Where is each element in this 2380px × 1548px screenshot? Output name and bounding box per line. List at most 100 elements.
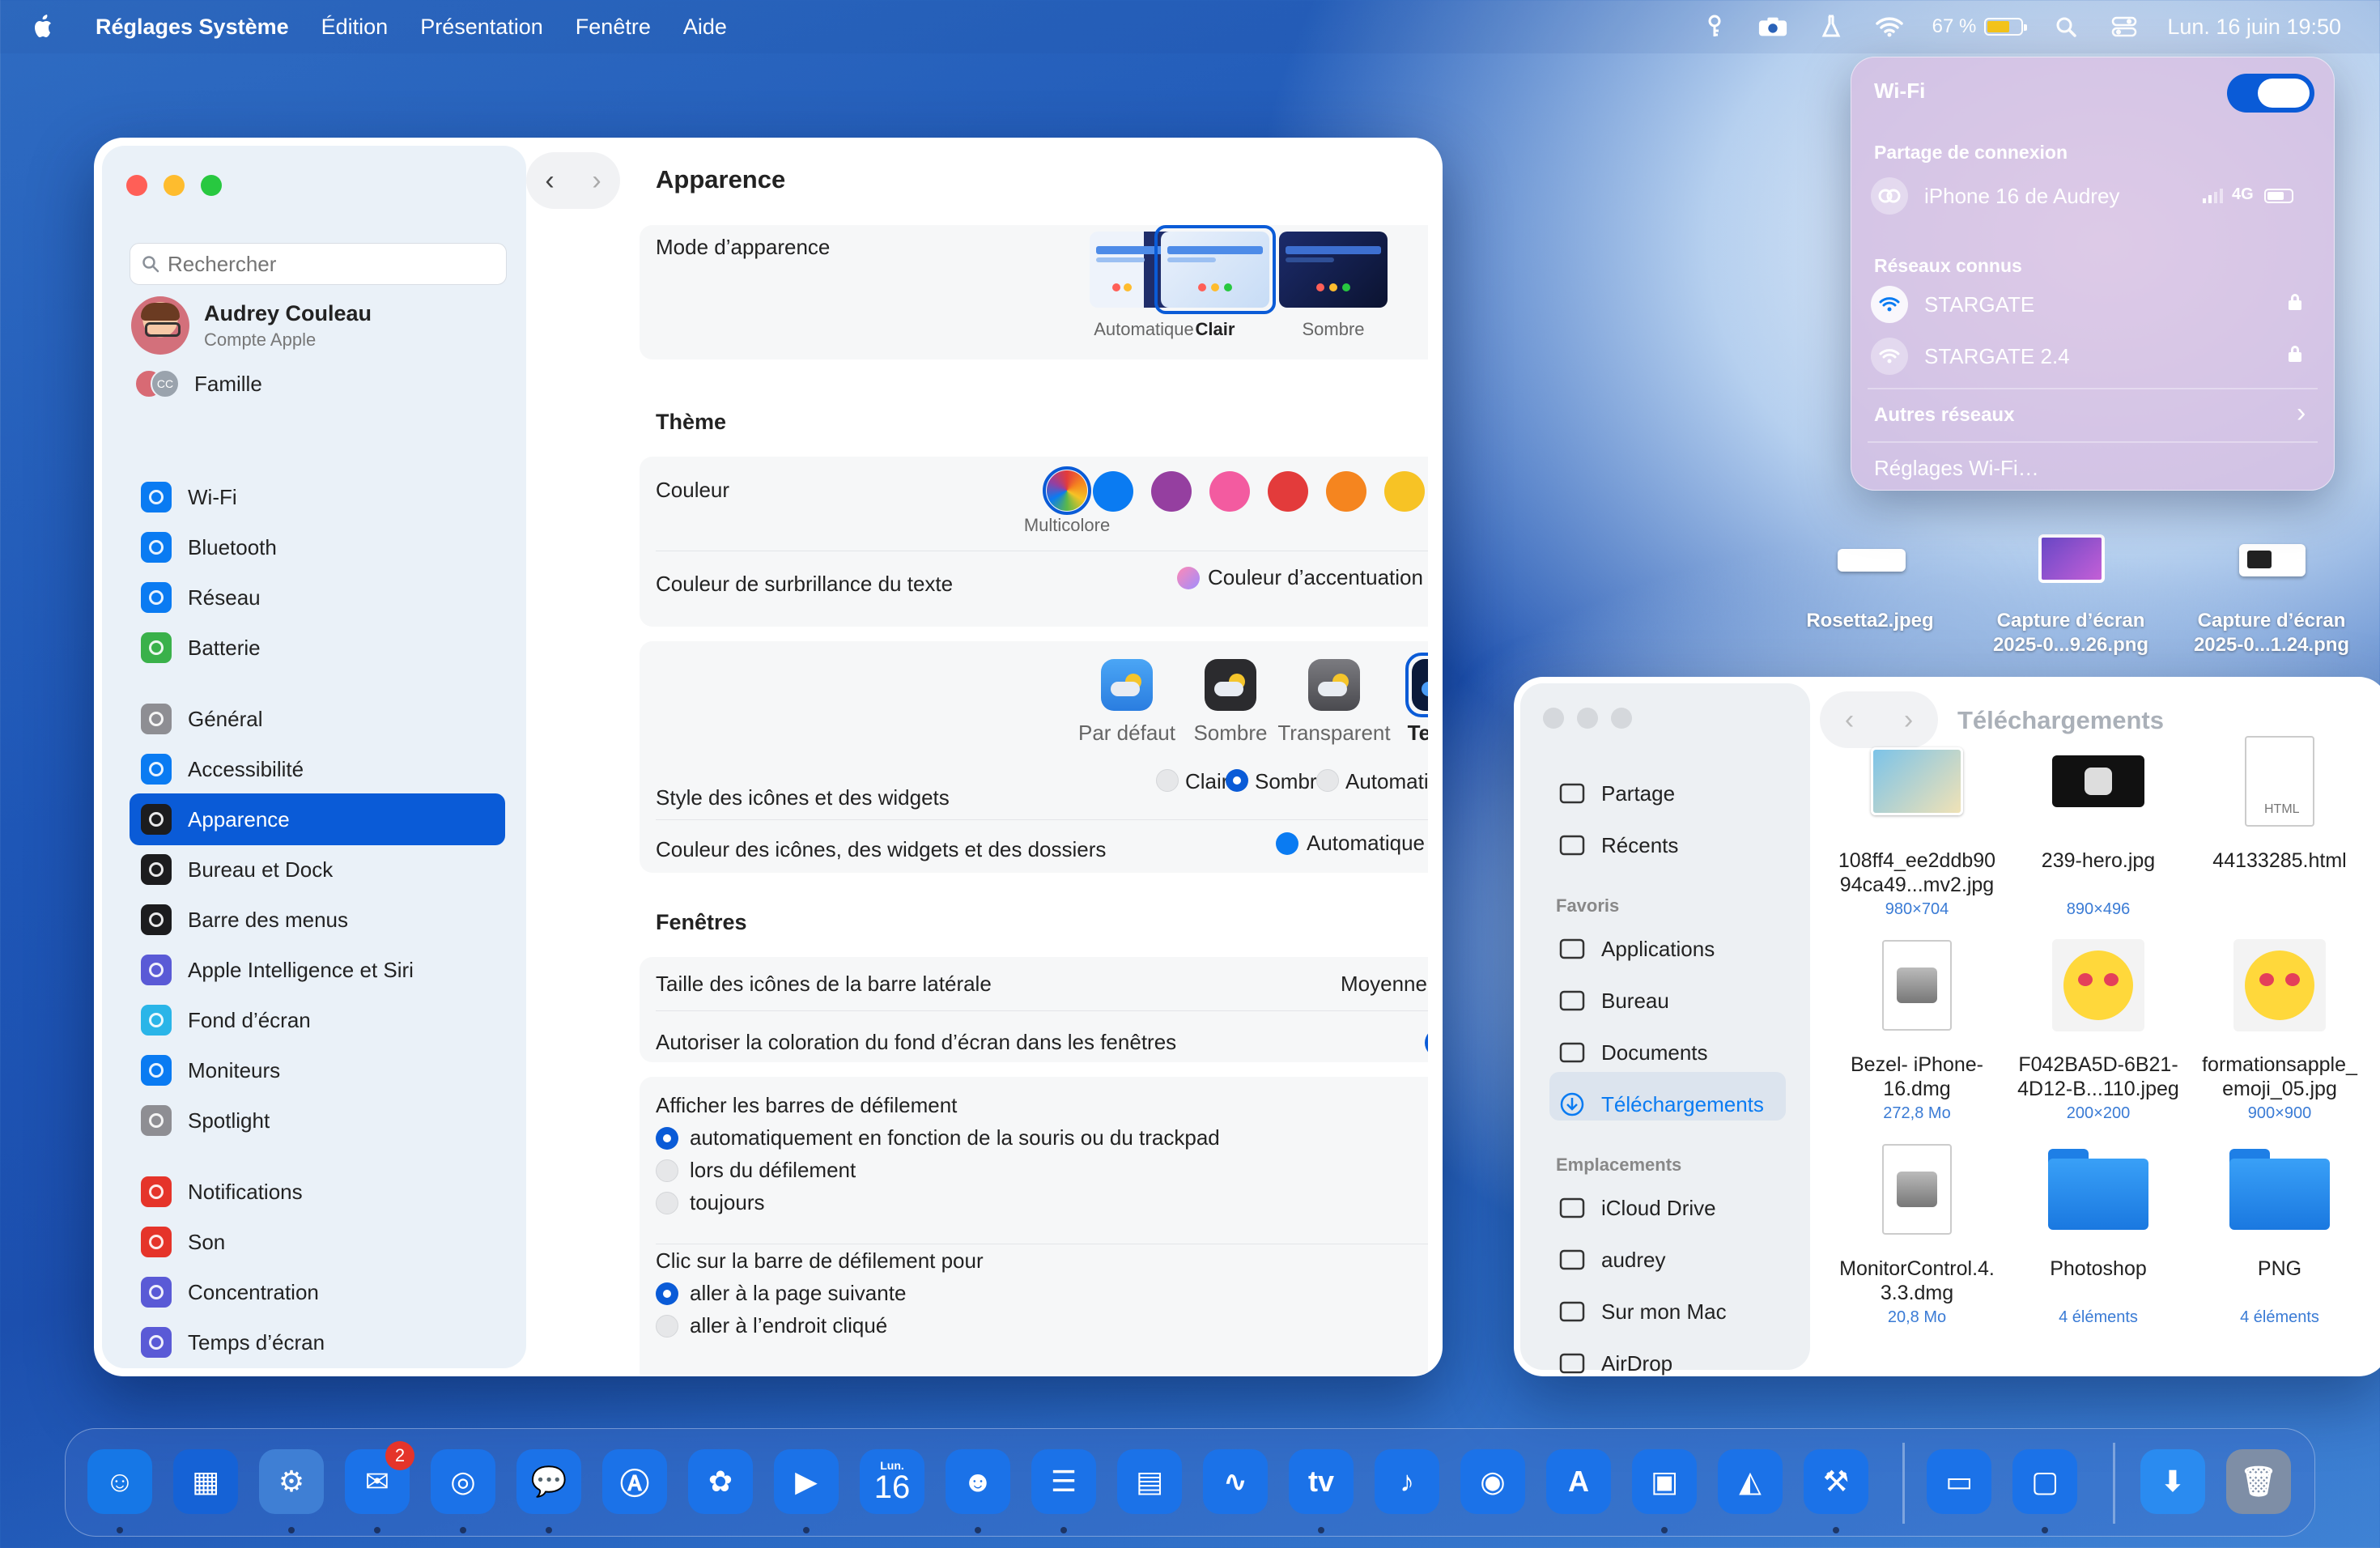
finder-sidebar-item[interactable]: Applications [1556,934,1715,963]
finder-file-name: formationsapple_ emoji_05.jpg [2202,1053,2357,1100]
calendar-icon[interactable]: Lun. 16 [860,1449,924,1514]
contacts-icon[interactable]: ☻ [946,1449,1010,1514]
wifi-settings-link[interactable]: Réglages Wi-Fi… [1874,456,2039,481]
sidebar-item-accessibility[interactable]: Accessibilité [130,743,505,795]
photos-icon[interactable]: ✿ [688,1449,753,1514]
apple-account-row[interactable]: Audrey Couleau Compte Apple [131,296,372,355]
close-button[interactable] [126,175,147,196]
notes-icon[interactable]: ▤ [1117,1449,1182,1514]
menu-view[interactable]: Présentation [420,15,543,40]
books-icon[interactable]: ▭ [1927,1449,1991,1514]
freeform-icon[interactable]: ∿ [1203,1449,1268,1514]
sidebar-item-wallpaper[interactable]: Fond d’écran [130,994,505,1046]
search-icon[interactable] [2051,15,2081,39]
pixelmator-icon[interactable]: ◭ [1718,1449,1783,1514]
sidebar-item-menubar[interactable]: Barre des menus [130,894,505,946]
icon-color-popup[interactable]: Automatique [1276,831,1425,856]
menu-window[interactable]: Fenêtre [576,15,651,40]
sidebar-item-gear[interactable]: Général [130,693,505,745]
accent-color-swatch[interactable] [1384,471,1425,512]
sidebar-item-label: Accessibilité [188,756,304,781]
search-field[interactable] [130,243,507,285]
app-store-dev-icon[interactable]: Ⓐ [602,1449,667,1514]
menu-clock[interactable]: Lun. 16 juin 19:50 [2167,15,2341,40]
sidebar-item-siri[interactable]: Apple Intelligence et Siri [130,944,505,996]
battery-status[interactable]: 67 % [1932,15,2028,38]
sidebar-item-wifi[interactable]: Wi-Fi [130,471,505,523]
music-icon[interactable]: ♪ [1375,1449,1439,1514]
finder-sidebar-item[interactable]: Partage [1556,779,1675,808]
search-input[interactable] [168,251,491,277]
control-center-icon[interactable] [2109,15,2140,39]
finder-icon[interactable]: ☺ [87,1449,152,1514]
system-settings-icon[interactable]: ⚙ [259,1449,324,1514]
accent-color-swatch[interactable] [1093,471,1133,512]
app-store-icon[interactable]: A [1546,1449,1611,1514]
tv-icon[interactable]: tv [1289,1449,1354,1514]
back-chevron-icon[interactable]: ‹ [545,165,554,197]
downloads-stack-icon[interactable]: ⬇ [2140,1449,2205,1514]
sidebar-item-label: Notifications [188,1179,303,1204]
running-indicator [460,1527,466,1533]
sidebar-item-bluetooth[interactable]: Bluetooth [130,521,505,573]
finder-sidebar-item[interactable]: AirDrop [1556,1349,1672,1376]
finder-sidebar-item[interactable]: Bureau [1556,986,1669,1015]
accent-color-swatch[interactable] [1326,471,1366,512]
accent-color-swatch[interactable] [1268,471,1308,512]
sidebar-item-globe[interactable]: Réseau [130,572,505,623]
finder-sidebar-item[interactable]: Sur mon Mac [1556,1297,1727,1326]
podcasts-icon[interactable]: ◉ [1460,1449,1525,1514]
trash-icon[interactable]: 🗑 [2226,1449,2291,1514]
reminders-icon[interactable]: ☰ [1031,1449,1096,1514]
hotspot-network-type: 4G [2232,185,2254,203]
sidebar-item-moon[interactable]: Concentration [130,1266,505,1318]
utility-icon[interactable]: ⚒ [1804,1449,1868,1514]
menu-help[interactable]: Aide [683,15,727,40]
preview-icon[interactable]: ▣ [1632,1449,1697,1514]
finder-sidebar-item[interactable]: Documents [1556,1038,1708,1067]
wifi-toggle[interactable] [2227,74,2314,113]
sidebar-item-battery[interactable]: Batterie [130,622,505,674]
family-row[interactable]: CC Famille [134,369,262,398]
messages-icon[interactable]: 💬 [516,1449,581,1514]
finder-sidebar-item[interactable]: iCloud Drive [1556,1193,1716,1223]
flask-icon[interactable] [1816,15,1847,39]
accent-color-swatch[interactable] [1209,471,1250,512]
finder-sidebar-item[interactable]: Récents [1556,831,1678,860]
sidebar-item-bell[interactable]: Notifications [130,1166,505,1218]
sidebar-item-spotlight[interactable]: Spotlight [130,1095,505,1146]
sidebar-item-hourglass[interactable]: Temps d’écran [130,1316,505,1368]
sidebar-item-speaker[interactable]: Son [130,1216,505,1268]
minimize-button[interactable] [164,175,185,196]
finder-sidebar-item[interactable]: Téléchargements [1556,1090,1764,1119]
user-subtitle: Compte Apple [204,329,317,350]
wifi-icon [141,482,172,512]
sidebar-size-popup[interactable]: Moyenne [1341,972,1427,997]
camera-icon[interactable] [1757,15,1788,39]
apple-menu-icon[interactable] [32,14,55,40]
key-icon[interactable] [1699,15,1730,39]
sidebar-item-dock[interactable]: Bureau et Dock [130,844,505,895]
facetime-icon[interactable]: ▶ [774,1449,839,1514]
zoom-button[interactable] [1611,708,1632,729]
sidebar-item-appearance[interactable]: Apparence [130,793,505,845]
keychain-icon[interactable]: ▢ [2012,1449,2077,1514]
safari-icon[interactable]: ◎ [431,1449,495,1514]
finder-file-name: PNG [2257,1257,2302,1280]
finder-sidebar-item[interactable]: audrey [1556,1245,1666,1274]
close-button[interactable] [1543,708,1564,729]
finder-sidebar-label: AirDrop [1601,1350,1673,1376]
menu-edit[interactable]: Édition [321,15,389,40]
launchpad-icon[interactable]: ▦ [173,1449,238,1514]
highlight-color-popup[interactable]: Couleur d’accentuation [1177,565,1423,590]
accent-color-swatch[interactable] [1151,471,1192,512]
zoom-button[interactable] [201,175,222,196]
wifi-status-icon[interactable] [1874,15,1905,39]
hotspot-battery-icon [2264,189,2293,203]
sidebar-item-display[interactable]: Moniteurs [130,1044,505,1096]
minimize-button[interactable] [1577,708,1598,729]
running-indicator [975,1527,981,1533]
menu-app-name[interactable]: Réglages Système [96,15,289,40]
radio-button [1226,769,1248,792]
forward-chevron-icon[interactable]: › [592,165,601,197]
